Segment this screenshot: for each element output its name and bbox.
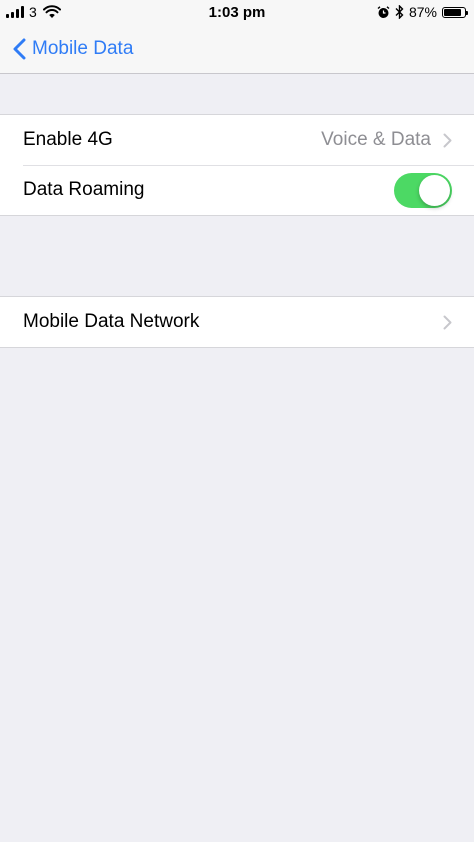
nav-bar: Mobile Data — [0, 26, 474, 74]
data-roaming-row: Data Roaming — [0, 165, 474, 215]
mobile-data-network-label: Mobile Data Network — [23, 311, 200, 332]
chevron-right-icon — [443, 315, 452, 329]
settings-group-network: Mobile Data Network — [0, 296, 474, 348]
chevron-left-icon — [13, 38, 26, 60]
enable-4g-value: Voice & Data — [321, 129, 431, 150]
enable-4g-row[interactable]: Enable 4G Voice & Data — [0, 115, 474, 165]
mobile-data-network-row[interactable]: Mobile Data Network — [0, 297, 474, 347]
battery-fill — [444, 8, 462, 16]
battery-percent: 87% — [408, 4, 437, 20]
battery-icon — [442, 6, 468, 18]
chevron-right-icon — [443, 133, 452, 147]
data-roaming-toggle[interactable] — [394, 173, 452, 208]
back-label: Mobile Data — [32, 38, 134, 59]
settings-group-cellular: Enable 4G Voice & Data Data Roaming — [0, 114, 474, 216]
status-bar: 3 1:03 pm 87% — [0, 0, 474, 26]
toggle-knob — [419, 175, 450, 206]
enable-4g-label: Enable 4G — [23, 129, 113, 150]
back-button[interactable]: Mobile Data — [12, 34, 133, 64]
bluetooth-icon — [395, 5, 404, 19]
data-roaming-label: Data Roaming — [23, 179, 145, 200]
alarm-icon — [377, 5, 390, 18]
status-right: 87% — [377, 3, 468, 21]
